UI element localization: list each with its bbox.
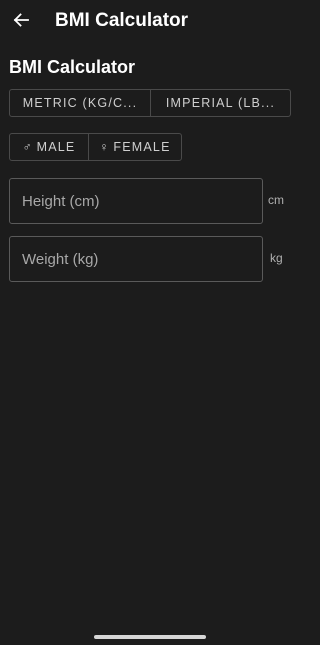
imperial-label: IMPERIAL (LB... xyxy=(165,96,276,110)
unit-system-toggle: METRIC (KG/C... IMPERIAL (LB... xyxy=(9,89,291,117)
female-button[interactable]: ♀ FEMALE xyxy=(88,134,181,160)
male-icon: ♂ xyxy=(22,140,32,154)
weight-input[interactable] xyxy=(9,236,263,282)
back-button[interactable] xyxy=(10,9,32,31)
metric-button[interactable]: METRIC (KG/C... xyxy=(10,90,150,116)
app-bar: BMI Calculator xyxy=(0,0,300,44)
male-button[interactable]: ♂ MALE xyxy=(10,134,88,160)
page-title: BMI Calculator xyxy=(9,57,136,77)
gender-toggle: ♂ MALE ♀ FEMALE xyxy=(9,133,182,161)
height-unit-label: cm xyxy=(268,193,284,207)
height-input[interactable] xyxy=(9,178,263,224)
imperial-button[interactable]: IMPERIAL (LB... xyxy=(150,90,290,116)
metric-label: METRIC (KG/C... xyxy=(22,96,138,110)
arrow-left-icon xyxy=(13,13,29,27)
male-label: MALE xyxy=(36,140,76,154)
weight-unit-label: kg xyxy=(270,251,283,265)
home-indicator[interactable] xyxy=(94,635,206,639)
app-title: BMI Calculator xyxy=(55,10,189,31)
female-label: FEMALE xyxy=(113,140,171,154)
female-icon: ♀ xyxy=(99,140,109,154)
